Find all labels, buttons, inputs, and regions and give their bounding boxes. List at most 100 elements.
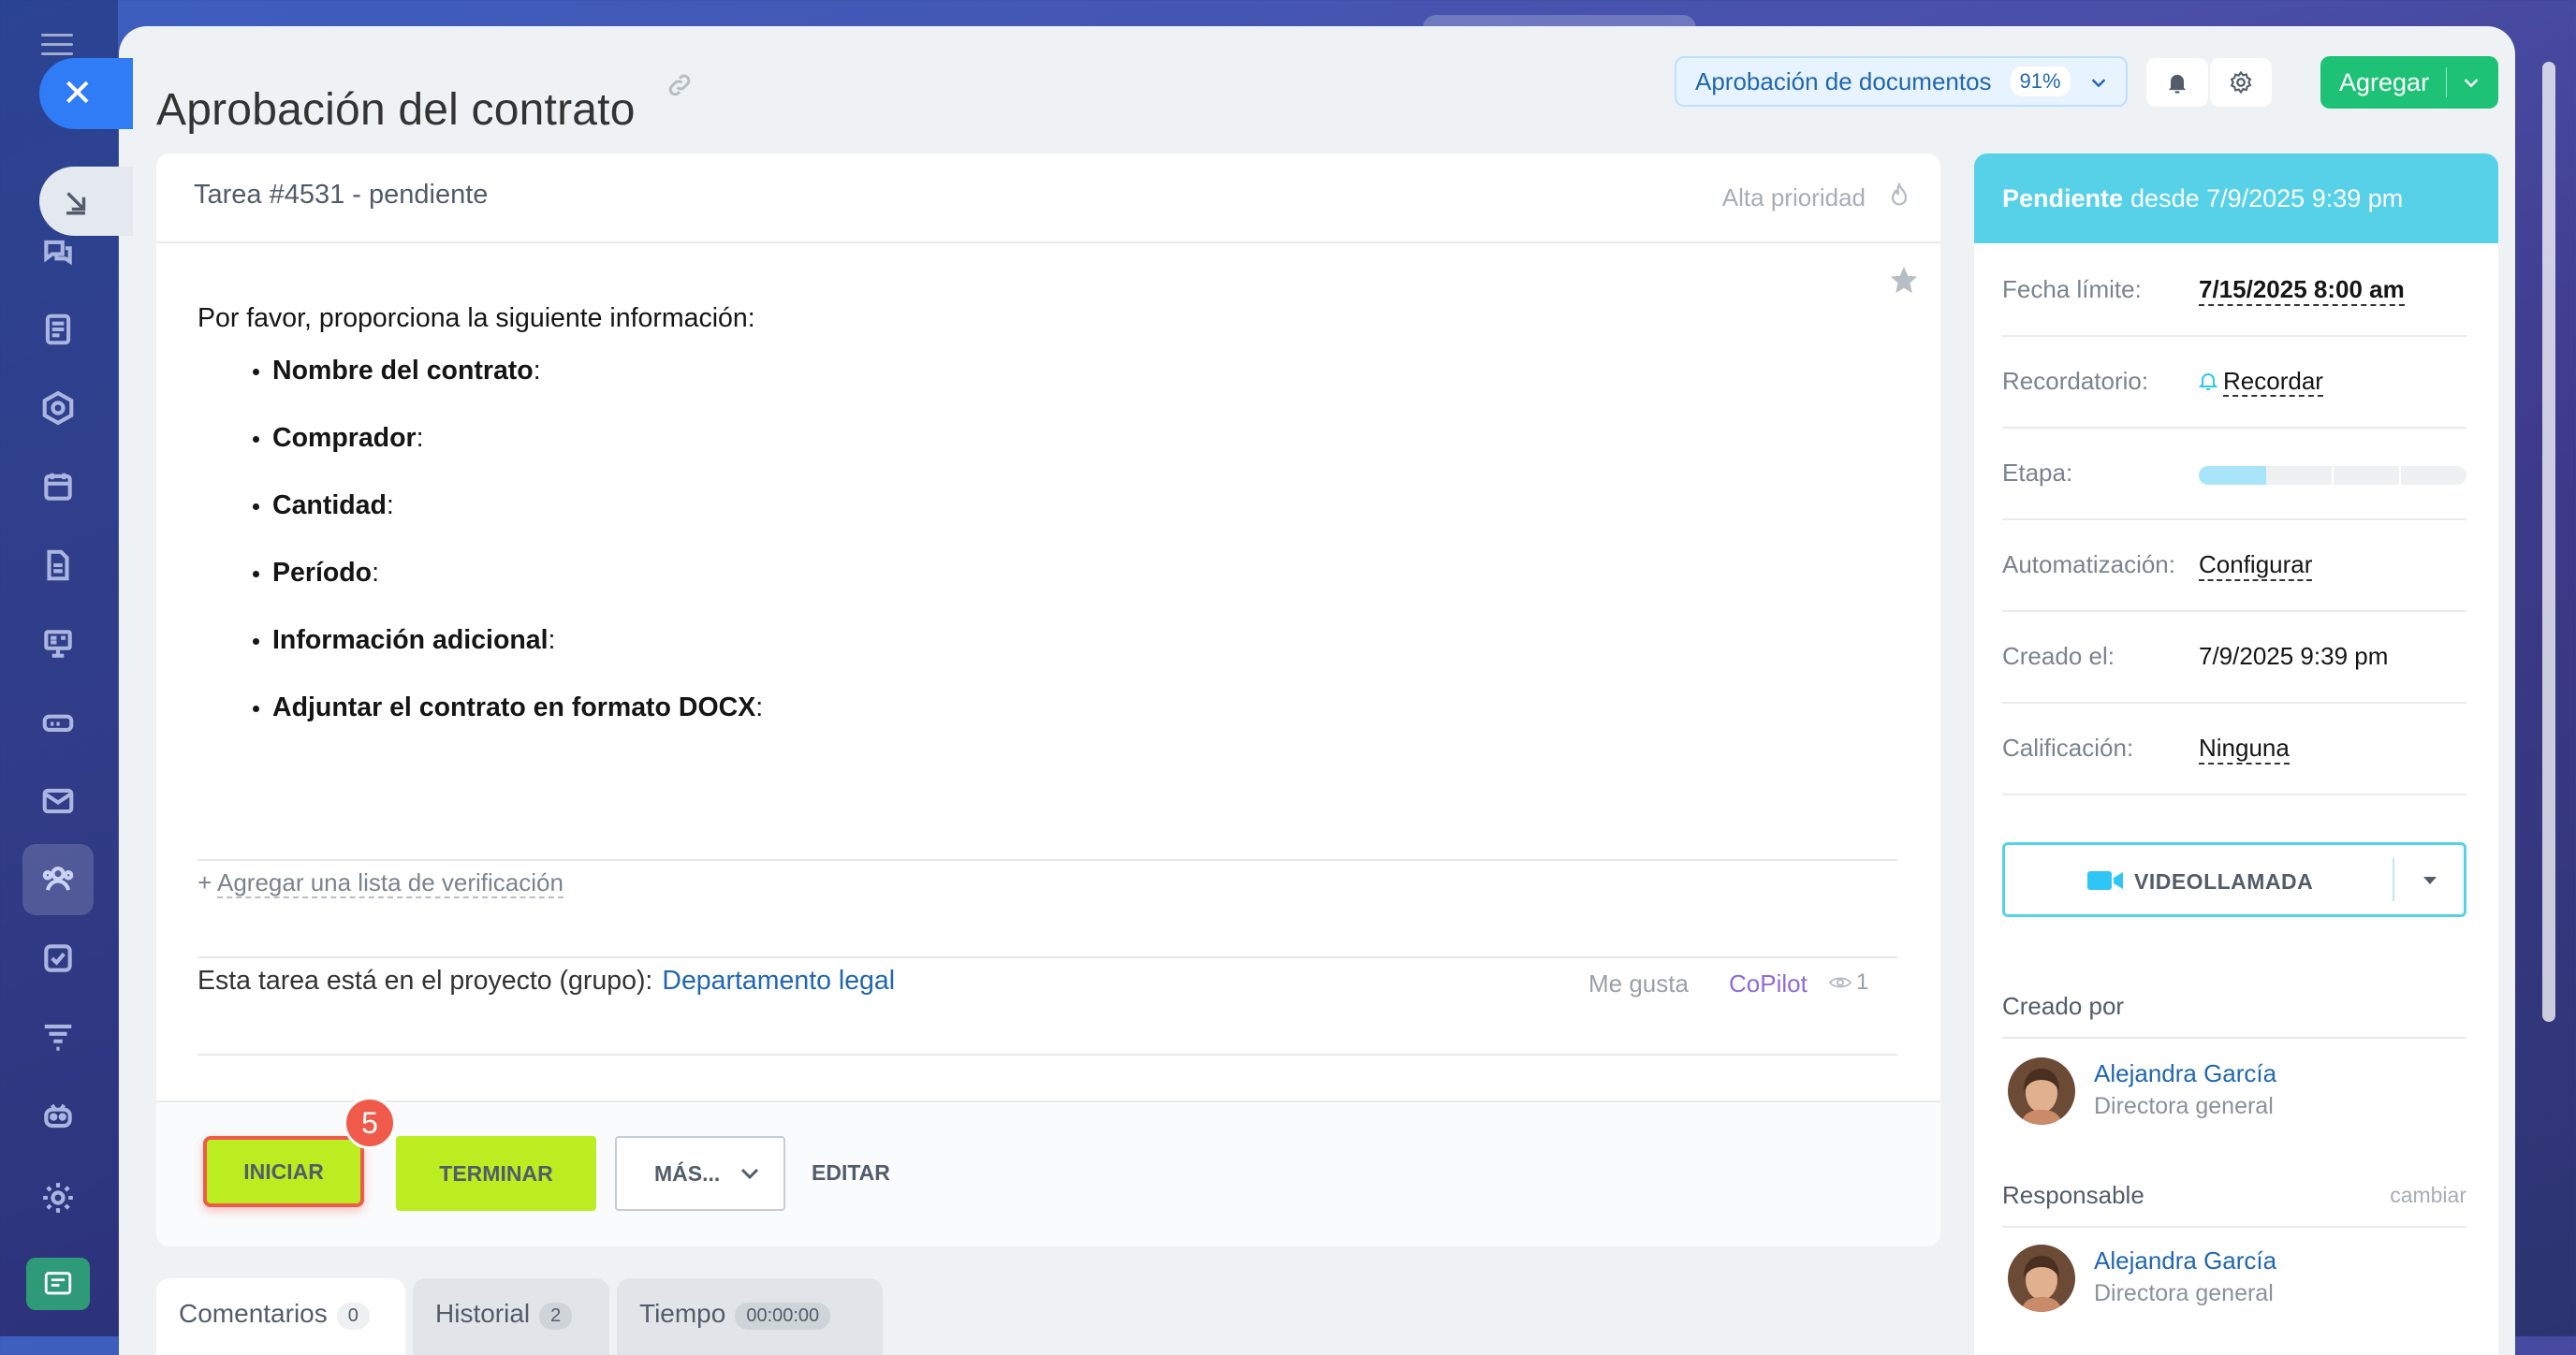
created-label: Creado el: bbox=[2002, 642, 2115, 670]
user-photo-icon bbox=[2008, 1245, 2075, 1312]
finish-button[interactable]: TERMINAR bbox=[396, 1136, 596, 1211]
settings-button[interactable] bbox=[2210, 58, 2272, 107]
storage-icon[interactable] bbox=[36, 700, 80, 745]
video-call-button[interactable]: VIDEOLLAMADA bbox=[2002, 842, 2466, 917]
description-intro: Por favor, proporciona la siguiente info… bbox=[198, 303, 755, 333]
chevron-down-icon[interactable] bbox=[2461, 72, 2481, 93]
eye-icon bbox=[1828, 977, 1852, 988]
priority-toggle[interactable]: Alta prioridad bbox=[1722, 183, 1866, 212]
project-line: Esta tarea está en el proyecto (grupo): D… bbox=[198, 966, 895, 997]
users-icon[interactable] bbox=[22, 844, 94, 915]
reminder-label: Recordatorio: bbox=[2002, 367, 2149, 395]
stage-progress[interactable] bbox=[2199, 466, 2466, 485]
checkbox-icon[interactable] bbox=[36, 936, 80, 981]
field-name: Adjuntar el contrato en formato DOCX bbox=[272, 692, 756, 722]
deadline-row: Fecha límite: 7/15/2025 8:00 am bbox=[2002, 243, 2466, 337]
calendar-icon[interactable] bbox=[36, 464, 80, 509]
close-panel-button[interactable]: ✕ bbox=[39, 58, 133, 129]
like-button[interactable]: Me gusta bbox=[1588, 969, 1689, 998]
deadline-label: Fecha límite: bbox=[2002, 275, 2142, 303]
reminder-link[interactable]: Recordar bbox=[2223, 367, 2323, 397]
robot-icon[interactable] bbox=[36, 1093, 80, 1138]
rating-row: Calificación: Ninguna bbox=[2002, 702, 2466, 795]
terminal-icon bbox=[44, 1272, 72, 1295]
automation-label: Automatización: bbox=[2002, 550, 2175, 578]
filter-icon[interactable] bbox=[36, 1014, 80, 1059]
project-text: Esta tarea está en el proyecto (grupo): bbox=[198, 966, 653, 996]
workflow-percent: 91% bbox=[2010, 66, 2071, 96]
rating-value[interactable]: Ninguna bbox=[2199, 734, 2290, 765]
video-camera-icon bbox=[2087, 871, 2123, 890]
divider bbox=[198, 956, 1897, 958]
list-item: Período: bbox=[272, 557, 763, 589]
avatar[interactable] bbox=[2008, 1057, 2075, 1125]
step-badge: 5 bbox=[344, 1097, 396, 1149]
star-icon[interactable] bbox=[1888, 264, 1920, 296]
menu-icon[interactable] bbox=[41, 34, 73, 56]
created-row: Creado el: 7/9/2025 9:39 pm bbox=[2002, 610, 2466, 704]
views-count: 1 bbox=[1856, 969, 1869, 995]
field-name: Información adicional bbox=[272, 625, 549, 655]
edit-button[interactable]: EDITAR bbox=[812, 1160, 890, 1186]
copilot-button[interactable]: CoPilot bbox=[1729, 969, 1808, 998]
document-icon[interactable] bbox=[36, 543, 80, 588]
automation-link[interactable]: Configurar bbox=[2199, 550, 2313, 581]
task-description: Por favor, proporciona la siguiente info… bbox=[198, 303, 763, 759]
stage-row: Etapa: bbox=[2002, 427, 2466, 520]
tab-comments[interactable]: Comentarios 0 bbox=[156, 1278, 405, 1355]
app-logo[interactable] bbox=[26, 1258, 90, 1310]
status-since: desde 7/9/2025 9:39 pm bbox=[2130, 183, 2404, 212]
responsible-name[interactable]: Alejandra García bbox=[2094, 1246, 2276, 1275]
creator-name[interactable]: Alejandra García bbox=[2094, 1059, 2276, 1088]
start-button[interactable]: INICIAR bbox=[203, 1136, 364, 1207]
tab-count: 2 bbox=[539, 1303, 573, 1330]
video-call-label: VIDEOLLAMADA bbox=[2134, 869, 2314, 894]
avatar[interactable] bbox=[2008, 1245, 2075, 1312]
add-button[interactable]: Agregar bbox=[2320, 56, 2498, 109]
chat-icon[interactable] bbox=[36, 230, 80, 275]
tab-label: Tiempo bbox=[639, 1299, 726, 1328]
add-button-divider bbox=[2446, 67, 2447, 97]
tab-label: Comentarios bbox=[179, 1299, 328, 1328]
created-value: 7/9/2025 9:39 pm bbox=[2199, 642, 2389, 670]
feed-icon[interactable] bbox=[36, 307, 80, 352]
notifications-button[interactable] bbox=[2146, 58, 2208, 107]
responsible-role: Directora general bbox=[2094, 1280, 2274, 1306]
field-name: Nombre del contrato bbox=[272, 356, 534, 386]
more-button[interactable]: MÁS... bbox=[615, 1136, 785, 1211]
stage-label: Etapa: bbox=[2002, 459, 2073, 487]
bell-icon bbox=[2168, 74, 2187, 94]
field-name: Cantidad bbox=[272, 490, 387, 520]
project-link[interactable]: Departamento legal bbox=[662, 966, 895, 996]
mail-icon[interactable] bbox=[36, 779, 80, 823]
tab-history[interactable]: Historial 2 bbox=[413, 1278, 609, 1355]
copy-link-icon[interactable] bbox=[666, 71, 694, 99]
settings-gear-icon[interactable] bbox=[36, 1175, 80, 1220]
add-checklist-link[interactable]: + Agregar una lista de verificación bbox=[198, 868, 564, 898]
hexagon-icon[interactable] bbox=[36, 386, 80, 430]
caret-down-icon[interactable] bbox=[2421, 873, 2439, 888]
user-photo-icon bbox=[2008, 1057, 2075, 1125]
list-item: Cantidad: bbox=[272, 489, 763, 521]
divider bbox=[2002, 1226, 2466, 1228]
rating-label: Calificación: bbox=[2002, 734, 2134, 762]
chevron-down-icon bbox=[740, 1168, 759, 1180]
scrollbar[interactable] bbox=[2542, 62, 2555, 1022]
creator-role: Directora general bbox=[2094, 1093, 2274, 1119]
reminder-value[interactable]: Recordar bbox=[2199, 367, 2323, 397]
list-item: Nombre del contrato: bbox=[272, 355, 763, 386]
close-icon: ✕ bbox=[62, 73, 94, 114]
task-details-sidebar: Pendiente desde 7/9/2025 9:39 pm Fecha l… bbox=[1974, 153, 2498, 1355]
field-name: Período bbox=[272, 558, 373, 588]
presentation-icon[interactable] bbox=[36, 621, 80, 666]
workflow-dropdown[interactable]: Aprobación de documentos 91% bbox=[1675, 56, 2128, 107]
deadline-value[interactable]: 7/15/2025 8:00 am bbox=[2199, 275, 2405, 306]
responsible-card: Alejandra García Directora general bbox=[2008, 1241, 2457, 1316]
minimize-panel-button[interactable] bbox=[39, 167, 133, 236]
divider bbox=[2002, 1037, 2466, 1039]
tab-time[interactable]: Tiempo 00:00:00 bbox=[617, 1278, 883, 1355]
flame-icon[interactable] bbox=[1886, 180, 1912, 211]
task-card-header: Tarea #4531 - pendiente Alta prioridad bbox=[156, 153, 1940, 243]
created-by-title: Creado por bbox=[2002, 992, 2125, 1020]
change-responsible-link[interactable]: cambiar bbox=[2390, 1183, 2466, 1208]
